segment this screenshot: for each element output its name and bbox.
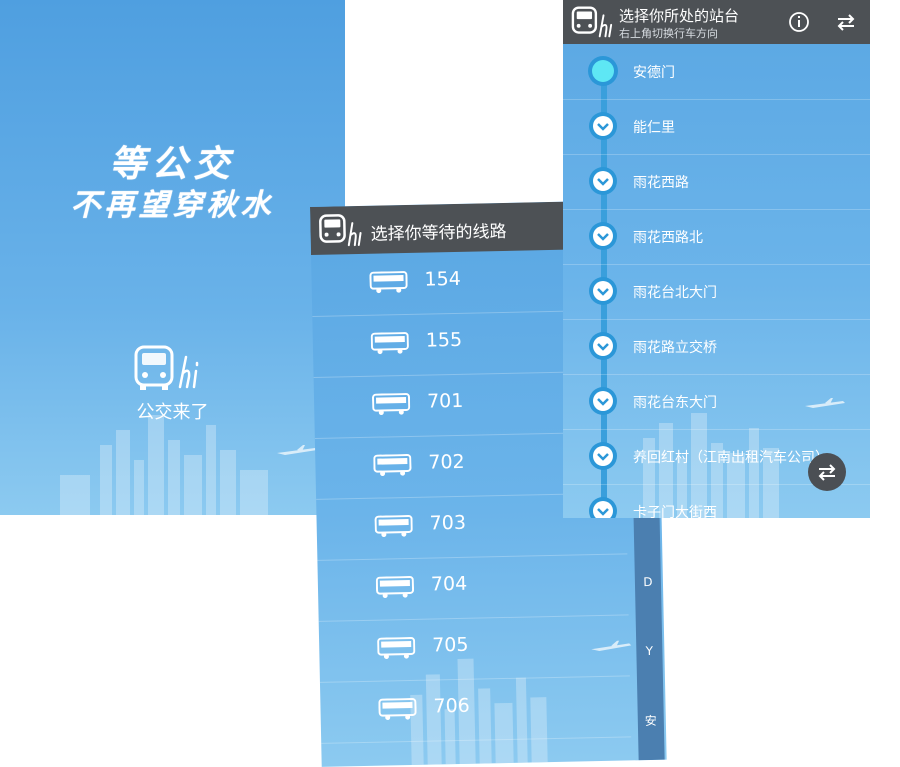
station-name: 能仁里 (633, 120, 675, 136)
bus-hi-logo-icon (571, 6, 613, 38)
station-item[interactable]: 安德门 (563, 44, 870, 100)
switch-direction-icon[interactable] (833, 9, 859, 35)
current-station-node-icon (592, 60, 614, 82)
station-item[interactable]: 雨花路立交桥 (563, 319, 870, 375)
bus-icon (369, 271, 408, 294)
stations-header: 选择你所处的站台 右上角切换行车方向 (563, 0, 870, 44)
city-skyline-icon (60, 415, 268, 515)
route-number: 703 (429, 511, 467, 535)
chevron-down-icon (592, 225, 614, 247)
slogan-line-2: 不再望穿秋水 (70, 188, 275, 223)
station-item[interactable]: 雨花西路 (563, 154, 870, 210)
station-name: 雨花路立交桥 (633, 340, 717, 356)
route-item[interactable]: 704 (317, 553, 629, 622)
route-number: 704 (430, 572, 468, 596)
station-item[interactable]: 能仁里 (563, 99, 870, 155)
station-select-screen: 选择你所处的站台 右上角切换行车方向 安德门 能仁里 雨花西路 雨花西路北 雨花… (563, 0, 870, 518)
airplane-icon (591, 640, 632, 652)
bus-icon (374, 515, 413, 538)
stations-title: 选择你所处的站台 (619, 7, 740, 25)
splash-screen: 等公交 不再望穿秋水 公交来了 (0, 0, 345, 515)
route-number: 154 (424, 267, 462, 291)
route-number: 155 (425, 328, 463, 352)
station-name: 雨花西路 (633, 175, 689, 191)
station-name: 安德门 (633, 65, 675, 81)
route-number: 702 (428, 450, 465, 474)
chevron-down-icon (592, 170, 614, 192)
station-name: 雨花台北大门 (633, 285, 717, 301)
station-name: 雨花西路北 (633, 230, 703, 246)
switch-direction-fab-button[interactable] (808, 453, 846, 491)
route-number: 701 (426, 389, 464, 413)
routes-title: 选择你等待的线路 (370, 221, 507, 245)
bus-icon (373, 454, 412, 477)
index-letter[interactable]: D (635, 575, 661, 590)
city-skyline-icon (410, 658, 548, 765)
airplane-icon (805, 398, 845, 408)
bus-icon (370, 332, 409, 355)
bus-hi-logo-icon (134, 345, 199, 390)
bus-hi-logo-icon (319, 214, 362, 247)
station-item[interactable]: 雨花西路北 (563, 209, 870, 265)
switch-direction-icon (818, 464, 836, 481)
chevron-down-icon (592, 115, 614, 137)
airplane-icon (277, 445, 317, 455)
bus-icon (375, 575, 415, 599)
station-item[interactable]: 雨花台北大门 (563, 264, 870, 320)
bus-icon (372, 393, 411, 416)
chevron-down-icon (592, 280, 614, 302)
stations-subtitle: 右上角切换行车方向 (619, 27, 718, 40)
info-icon[interactable] (786, 9, 812, 35)
chevron-down-icon (592, 335, 614, 357)
